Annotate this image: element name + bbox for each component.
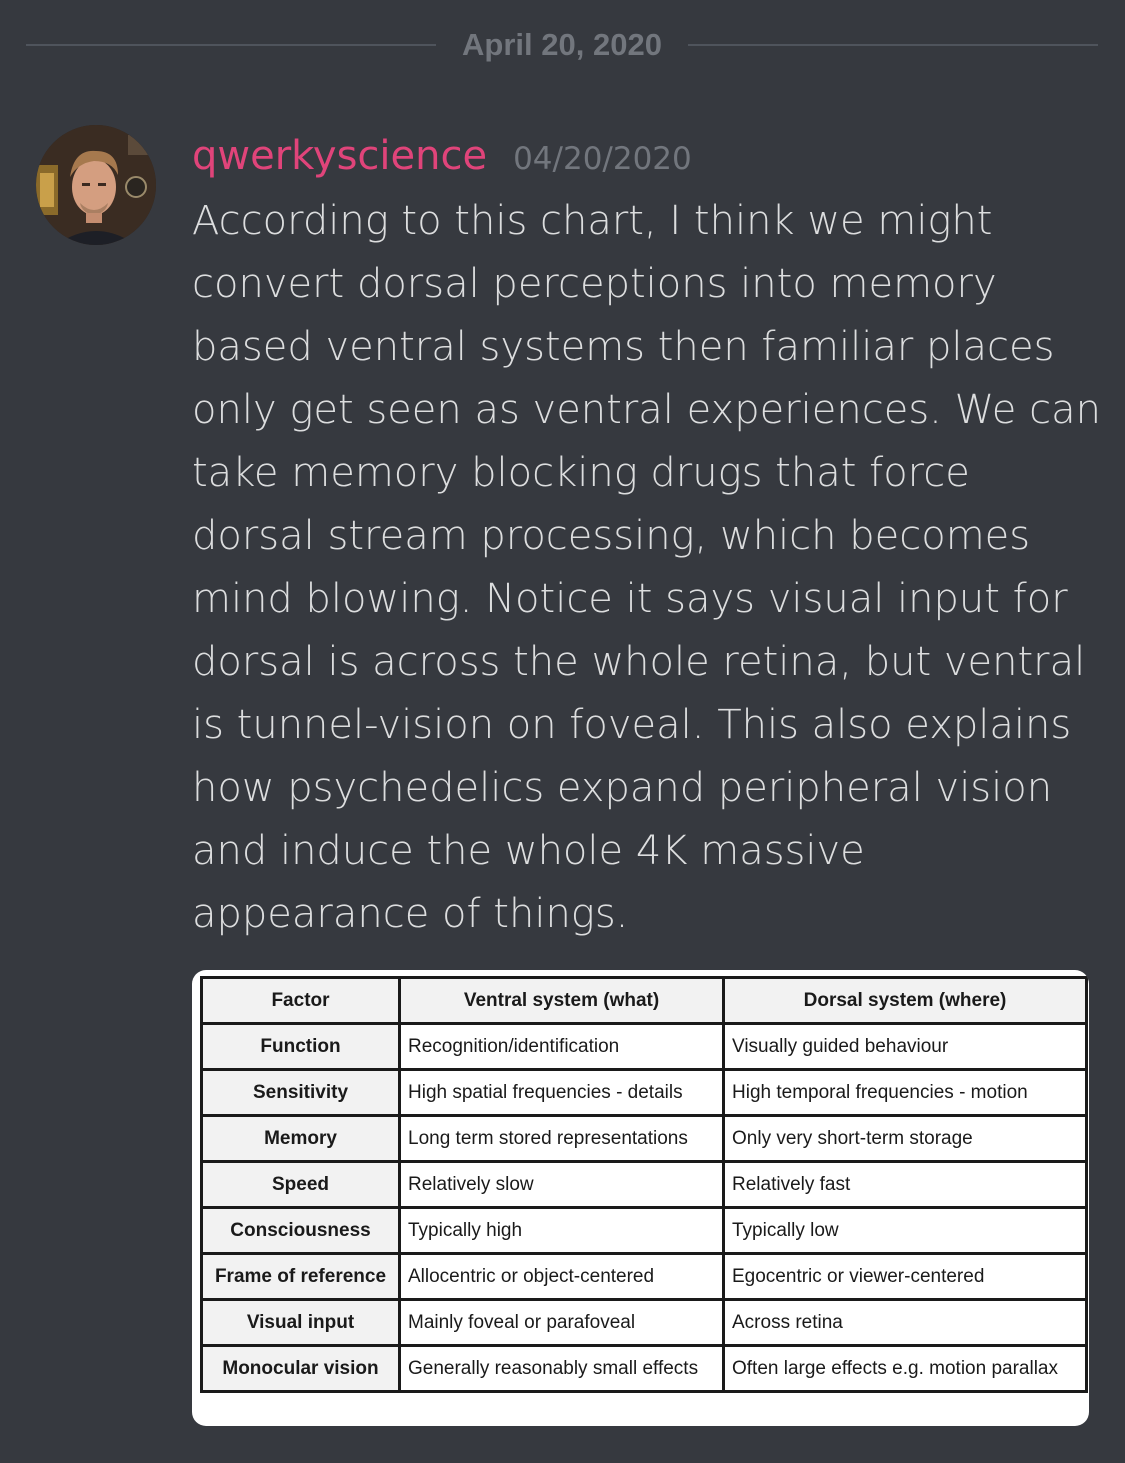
ventral-cell: Mainly foveal or parafoveal (398, 1298, 725, 1347)
message-line: take memory blocking drugs that force (192, 450, 970, 496)
date-divider-label: April 20, 2020 (462, 27, 662, 62)
dorsal-cell: Typically low (722, 1206, 1088, 1255)
factor-cell: Visual input (200, 1298, 401, 1347)
username[interactable]: qwerkyscience (192, 133, 487, 179)
message-line: mind blowing. Notice it says visual inpu… (192, 576, 1068, 622)
dorsal-cell: Visually guided behaviour (722, 1022, 1088, 1071)
message-header: qwerkyscience 04/20/2020 (192, 133, 692, 187)
message-line: and induce the whole 4K massive (192, 828, 865, 874)
message-line: appearance of things. (192, 891, 629, 937)
ventral-cell: Typically high (398, 1206, 725, 1255)
message-line: is tunnel-vision on foveal. This also ex… (192, 702, 1072, 748)
dorsal-cell: Only very short-term storage (722, 1114, 1088, 1163)
message-timestamp: 04/20/2020 (513, 141, 692, 177)
table-row: Consciousness Typically high Typically l… (200, 1206, 1088, 1255)
table-row: Speed Relatively slow Relatively fast (200, 1160, 1088, 1209)
table-row: Monocular vision Generally reasonably sm… (200, 1344, 1088, 1393)
message-line: According to this chart, I think we migh… (192, 198, 993, 244)
date-divider: April 20, 2020 (26, 22, 1098, 68)
avatar-photo-icon (36, 125, 156, 245)
factor-cell: Function (200, 1022, 401, 1071)
ventral-cell: Allocentric or object-centered (398, 1252, 725, 1301)
message-content: According to this chart, I think we migh… (192, 190, 1101, 946)
table-row: Visual input Mainly foveal or parafoveal… (200, 1298, 1088, 1347)
header-dorsal: Dorsal system (where) (722, 976, 1088, 1025)
ventral-cell: Relatively slow (398, 1160, 725, 1209)
message-line: only get seen as ventral experiences. We… (192, 387, 1101, 433)
divider-line-left (26, 44, 437, 46)
image-attachment[interactable]: Factor Ventral system (what) Dorsal syst… (192, 970, 1089, 1426)
ventral-cell: Long term stored representations (398, 1114, 725, 1163)
dorsal-cell: High temporal frequencies - motion (722, 1068, 1088, 1117)
comparison-table: Factor Ventral system (what) Dorsal syst… (200, 976, 1088, 1393)
ventral-cell: Recognition/identification (398, 1022, 725, 1071)
divider-line-right (687, 44, 1098, 46)
ventral-cell: Generally reasonably small effects (398, 1344, 725, 1393)
factor-cell: Monocular vision (200, 1344, 401, 1393)
message-line: dorsal is across the whole retina, but v… (192, 639, 1086, 685)
factor-cell: Frame of reference (200, 1252, 401, 1301)
avatar[interactable] (36, 125, 156, 245)
header-ventral: Ventral system (what) (398, 976, 725, 1025)
factor-cell: Sensitivity (200, 1068, 401, 1117)
table-row: Memory Long term stored representations … (200, 1114, 1088, 1163)
factor-cell: Consciousness (200, 1206, 401, 1255)
table-row: Function Recognition/identification Visu… (200, 1022, 1088, 1071)
table-row: Frame of reference Allocentric or object… (200, 1252, 1088, 1301)
dorsal-cell: Egocentric or viewer-centered (722, 1252, 1088, 1301)
table-header-row: Factor Ventral system (what) Dorsal syst… (200, 976, 1088, 1025)
dorsal-cell: Relatively fast (722, 1160, 1088, 1209)
message-line: based ventral systems then familiar plac… (192, 324, 1055, 370)
dorsal-cell: Often large effects e.g. motion parallax (722, 1344, 1088, 1393)
factor-cell: Speed (200, 1160, 401, 1209)
header-factor: Factor (200, 976, 401, 1025)
message-line: how psychedelics expand peripheral visio… (192, 765, 1053, 811)
table-row: Sensitivity High spatial frequencies - d… (200, 1068, 1088, 1117)
message-line: convert dorsal perceptions into memory (192, 261, 997, 307)
ventral-cell: High spatial frequencies - details (398, 1068, 725, 1117)
factor-cell: Memory (200, 1114, 401, 1163)
message-line: dorsal stream processing, which becomes (192, 513, 1031, 559)
dorsal-cell: Across retina (722, 1298, 1088, 1347)
